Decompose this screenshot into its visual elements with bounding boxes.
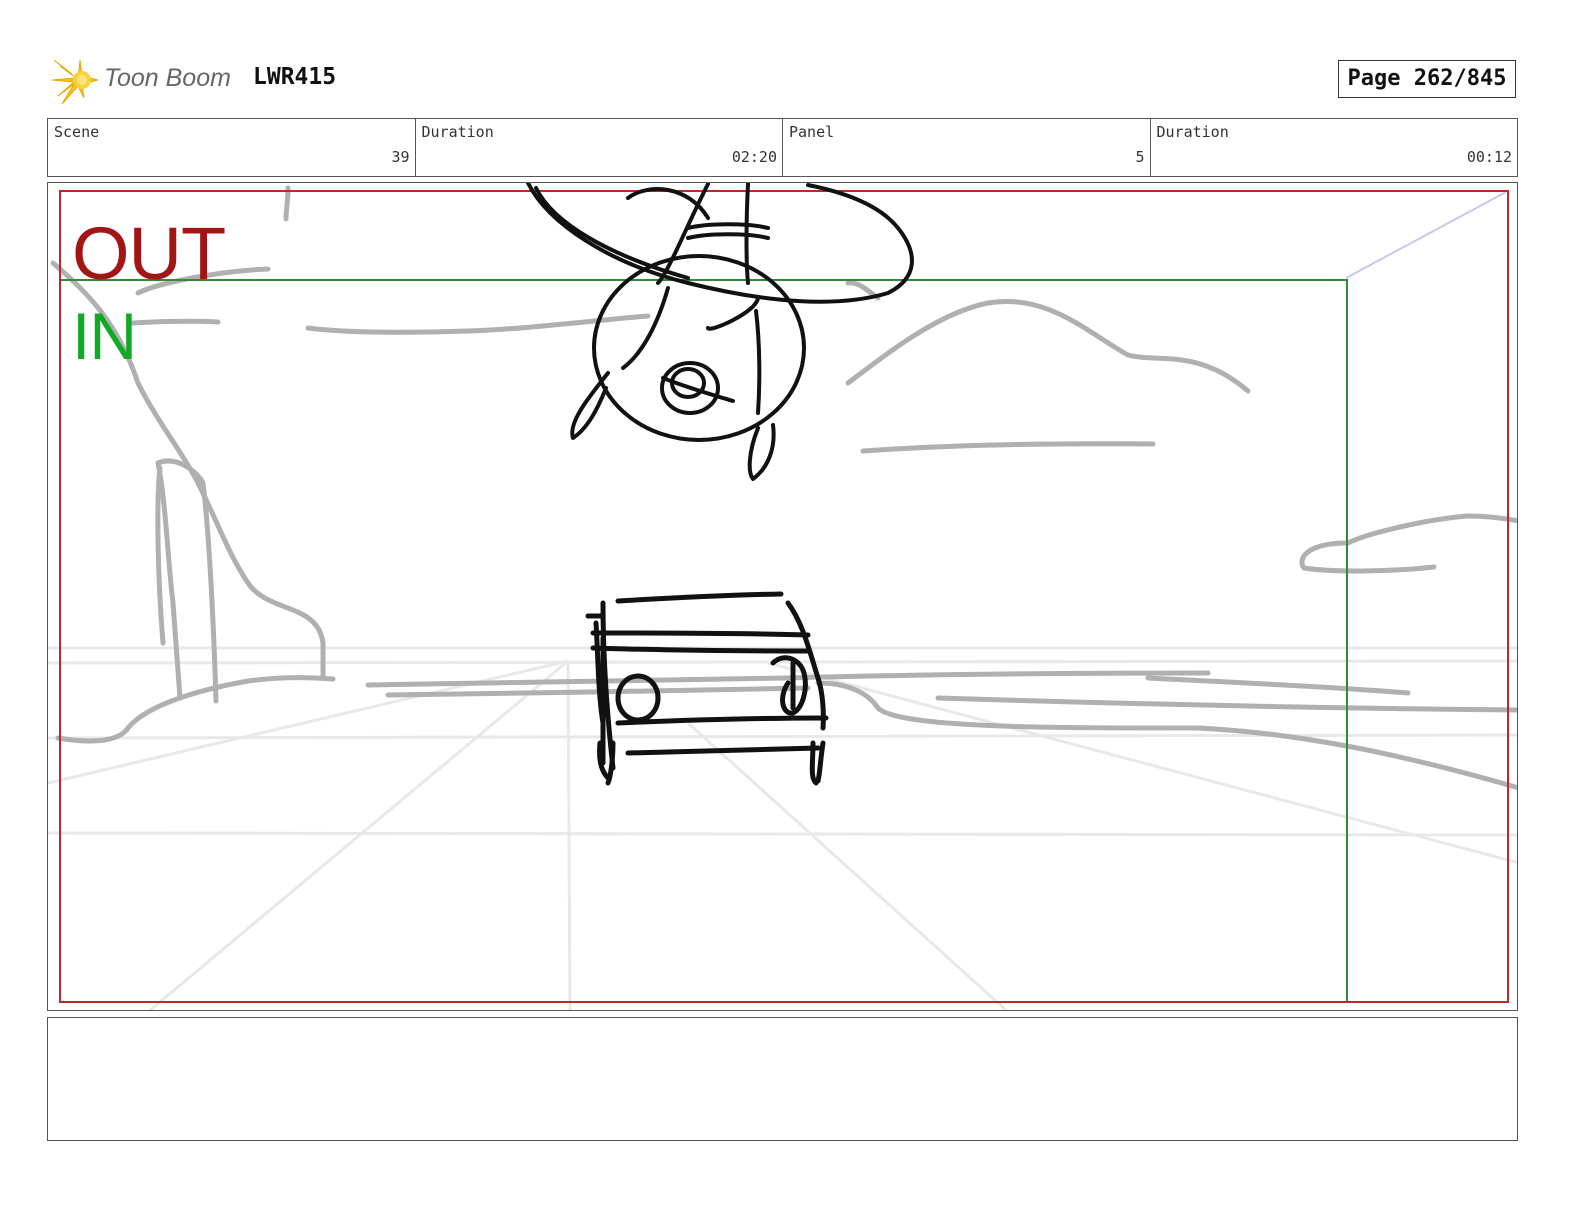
background-sketch <box>50 185 1517 791</box>
scene-duration-cell: Duration 02:20 <box>416 119 783 176</box>
scene-duration-value: 02:20 <box>731 148 777 166</box>
out-frame <box>59 190 1509 1003</box>
in-label: IN <box>72 299 137 373</box>
page-number: Page 262/845 <box>1338 60 1516 98</box>
panel-value: 5 <box>1135 148 1145 166</box>
panel-label: Panel <box>789 123 835 141</box>
camera-move-arrow <box>1345 191 1507 279</box>
panel-cell: Panel 5 <box>783 119 1151 176</box>
toon-boom-logo: Toon Boom <box>50 54 240 106</box>
storyboard-panel: OUT IN <box>47 182 1518 1011</box>
project-code: LWR415 <box>253 64 337 90</box>
scene-duration-label: Duration <box>421 123 494 141</box>
logo-text: Toon Boom <box>104 64 231 92</box>
out-label: OUT <box>72 212 226 295</box>
info-table: Scene 39 Duration 02:20 Panel 5 Duration… <box>47 118 1518 177</box>
character-sketch <box>526 183 914 481</box>
notes-box <box>47 1017 1518 1141</box>
panel-drawing <box>48 183 1517 1010</box>
scene-cell: Scene 39 <box>48 119 416 176</box>
panel-duration-label: Duration <box>1156 123 1229 141</box>
panel-duration-cell: Duration 00:12 <box>1151 119 1518 176</box>
panel-duration-value: 00:12 <box>1466 148 1512 166</box>
scene-label: Scene <box>54 123 100 141</box>
starburst-icon <box>51 59 99 105</box>
scene-value: 39 <box>391 148 410 166</box>
